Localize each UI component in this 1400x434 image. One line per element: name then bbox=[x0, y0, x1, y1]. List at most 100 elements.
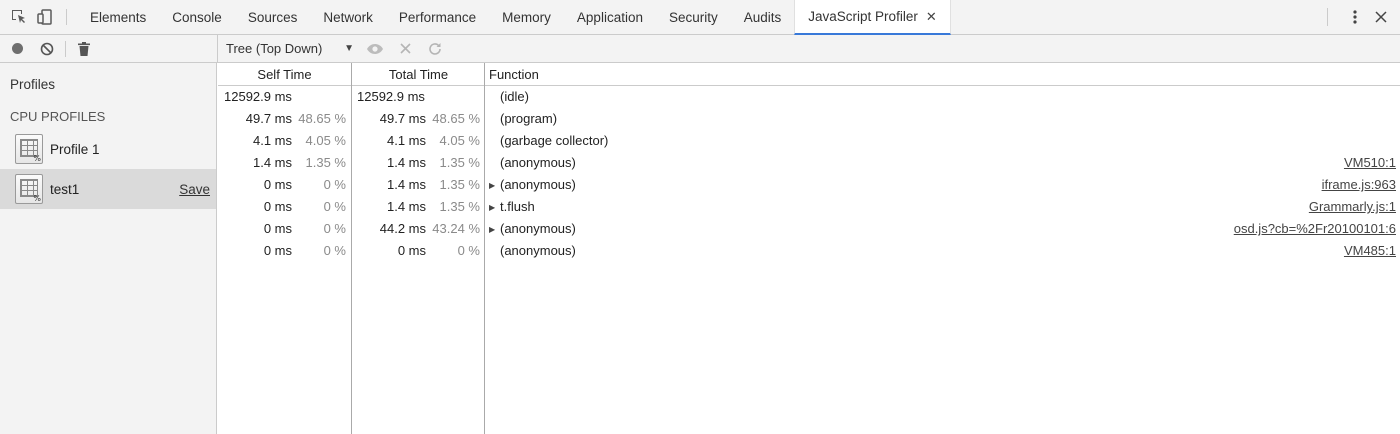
function-cell: ▶ (anonymous) bbox=[489, 174, 576, 197]
self-percent-cell: 4.05 % bbox=[305, 133, 346, 148]
tab-label: Audits bbox=[743, 9, 782, 25]
trash-icon[interactable] bbox=[76, 41, 92, 57]
view-mode-select[interactable]: Tree (Top Down) ▼ bbox=[218, 35, 356, 62]
self-percent-cell: 1.35 % bbox=[305, 155, 346, 170]
tab-bar-actions bbox=[1327, 0, 1400, 34]
table-row[interactable]: 4.1 ms 4.05 % 4.1 ms 4.05 % (garbage col… bbox=[218, 130, 1400, 152]
tab-list: Elements Console Sources Network Perform… bbox=[77, 0, 951, 35]
devtools-tab-bar: Elements Console Sources Network Perform… bbox=[0, 0, 1400, 35]
tab-console[interactable]: Console bbox=[159, 0, 235, 34]
self-time-cell: 0 ms bbox=[263, 177, 292, 192]
column-header-function[interactable]: Function bbox=[489, 63, 539, 86]
total-percent-cell: 4.05 % bbox=[439, 133, 480, 148]
self-percent-cell: 0 % bbox=[323, 243, 346, 258]
table-row[interactable]: 0 ms 0 % 1.4 ms 1.35 % ▶ t.flush Grammarl… bbox=[218, 196, 1400, 218]
tab-bar-divider bbox=[66, 9, 67, 25]
total-percent-cell: 43.24 % bbox=[432, 221, 480, 236]
total-time-cell: 44.2 ms bbox=[379, 221, 426, 236]
function-name: (anonymous) bbox=[500, 155, 576, 170]
eye-icon[interactable] bbox=[360, 35, 390, 63]
grid-header: Self Time Total Time Function bbox=[218, 63, 1400, 86]
tab-application[interactable]: Application bbox=[564, 0, 656, 34]
inspect-element-icon[interactable] bbox=[6, 0, 32, 34]
total-time-cell: 1.4 ms bbox=[386, 199, 426, 214]
total-percent-cell: 1.35 % bbox=[439, 199, 480, 214]
function-name: (anonymous) bbox=[500, 177, 576, 192]
self-time-cell: 1.4 ms bbox=[252, 155, 292, 170]
self-time-cell: 49.7 ms bbox=[245, 111, 292, 126]
profile-data-grid: Self Time Total Time Function 12592.9 ms… bbox=[218, 63, 1400, 434]
close-devtools-icon[interactable] bbox=[1368, 0, 1394, 35]
tab-sources[interactable]: Sources bbox=[235, 0, 311, 34]
source-link[interactable]: osd.js?cb=%2Fr20100101:6 bbox=[1234, 218, 1396, 240]
profile-item-profile-1[interactable]: % Profile 1 bbox=[0, 129, 216, 169]
source-link[interactable]: iframe.js:963 bbox=[1322, 174, 1396, 196]
profiles-toolbar bbox=[0, 35, 217, 63]
tab-label: Performance bbox=[398, 9, 477, 25]
sidebar-title: Profiles bbox=[10, 77, 56, 92]
reload-icon[interactable] bbox=[420, 35, 450, 63]
tab-javascript-profiler[interactable]: JavaScript Profiler ✕ bbox=[794, 0, 951, 35]
disclosure-triangle-icon[interactable]: ▶ bbox=[489, 219, 500, 241]
total-percent-cell: 48.65 % bbox=[432, 111, 480, 126]
table-row[interactable]: 0 ms 0 % 0 ms 0 % (anonymous) VM485:1 bbox=[218, 240, 1400, 262]
tab-label: Sources bbox=[247, 9, 298, 25]
column-header-total-time[interactable]: Total Time bbox=[352, 63, 485, 86]
table-row[interactable]: 1.4 ms 1.35 % 1.4 ms 1.35 % (anonymous) … bbox=[218, 152, 1400, 174]
self-percent-cell: 0 % bbox=[323, 177, 346, 192]
function-cell: (anonymous) bbox=[489, 152, 576, 174]
self-percent-cell: 0 % bbox=[323, 221, 346, 236]
table-row[interactable]: 12592.9 ms 12592.9 ms (idle) bbox=[218, 86, 1400, 108]
profile-view-toolbar: Tree (Top Down) ▼ bbox=[217, 35, 1400, 63]
function-cell: (garbage collector) bbox=[489, 130, 608, 152]
triangle-down-icon: ▼ bbox=[344, 43, 354, 54]
save-link[interactable]: Save bbox=[179, 182, 210, 197]
clear-icon[interactable] bbox=[39, 41, 55, 57]
self-time-cell: 0 ms bbox=[263, 243, 292, 258]
function-name: (anonymous) bbox=[500, 221, 576, 236]
close-icon[interactable] bbox=[390, 35, 420, 63]
view-mode-value: Tree (Top Down) bbox=[226, 41, 323, 56]
tab-label: Elements bbox=[90, 9, 147, 25]
function-name: t.flush bbox=[500, 199, 535, 214]
function-cell: ▶ (anonymous) bbox=[489, 218, 576, 241]
tab-performance[interactable]: Performance bbox=[386, 0, 489, 34]
tab-label: Security bbox=[668, 9, 718, 25]
tab-label: Console bbox=[172, 9, 222, 25]
function-cell: (program) bbox=[489, 108, 557, 130]
tab-elements[interactable]: Elements bbox=[77, 0, 159, 34]
table-row[interactable]: 0 ms 0 % 44.2 ms 43.24 % ▶ (anonymous) os… bbox=[218, 218, 1400, 240]
self-time-cell: 0 ms bbox=[263, 199, 292, 214]
total-time-cell: 0 ms bbox=[397, 243, 426, 258]
close-icon[interactable]: ✕ bbox=[926, 9, 937, 25]
self-time-cell: 0 ms bbox=[263, 221, 292, 236]
column-header-self-time[interactable]: Self Time bbox=[218, 63, 351, 86]
function-cell: (anonymous) bbox=[489, 240, 576, 262]
table-row[interactable]: 49.7 ms 48.65 % 49.7 ms 48.65 % (program… bbox=[218, 108, 1400, 130]
tab-security[interactable]: Security bbox=[656, 0, 731, 34]
tab-memory[interactable]: Memory bbox=[489, 0, 564, 34]
cpu-profile-icon: % bbox=[15, 174, 43, 204]
profile-item-test1[interactable]: % test1 Save bbox=[0, 169, 216, 209]
disclosure-triangle-icon[interactable]: ▶ bbox=[489, 175, 500, 197]
profile-label: test1 bbox=[50, 181, 80, 197]
function-name: (idle) bbox=[500, 89, 529, 104]
device-toolbar-icon[interactable] bbox=[32, 0, 58, 34]
tab-network[interactable]: Network bbox=[310, 0, 386, 34]
toolbar-divider bbox=[65, 40, 66, 57]
cpu-profiles-section-header: CPU PROFILES bbox=[10, 109, 106, 124]
source-link[interactable]: Grammarly.js:1 bbox=[1309, 196, 1396, 218]
total-percent-cell: 1.35 % bbox=[439, 155, 480, 170]
source-link[interactable]: VM485:1 bbox=[1344, 240, 1396, 262]
tab-audits[interactable]: Audits bbox=[731, 0, 795, 34]
self-time-cell: 12592.9 ms bbox=[224, 89, 292, 104]
disclosure-triangle-icon[interactable]: ▶ bbox=[489, 197, 500, 219]
function-name: (garbage collector) bbox=[500, 133, 609, 148]
tab-label: Network bbox=[323, 9, 373, 25]
record-icon[interactable] bbox=[9, 41, 25, 57]
table-row[interactable]: 0 ms 0 % 1.4 ms 1.35 % ▶ (anonymous) ifra… bbox=[218, 174, 1400, 196]
source-link[interactable]: VM510:1 bbox=[1344, 152, 1396, 174]
self-percent-cell: 0 % bbox=[323, 199, 346, 214]
grid-rows: 12592.9 ms 12592.9 ms (idle) 49.7 ms 48.… bbox=[218, 86, 1400, 262]
kebab-menu-icon[interactable] bbox=[1342, 0, 1368, 35]
